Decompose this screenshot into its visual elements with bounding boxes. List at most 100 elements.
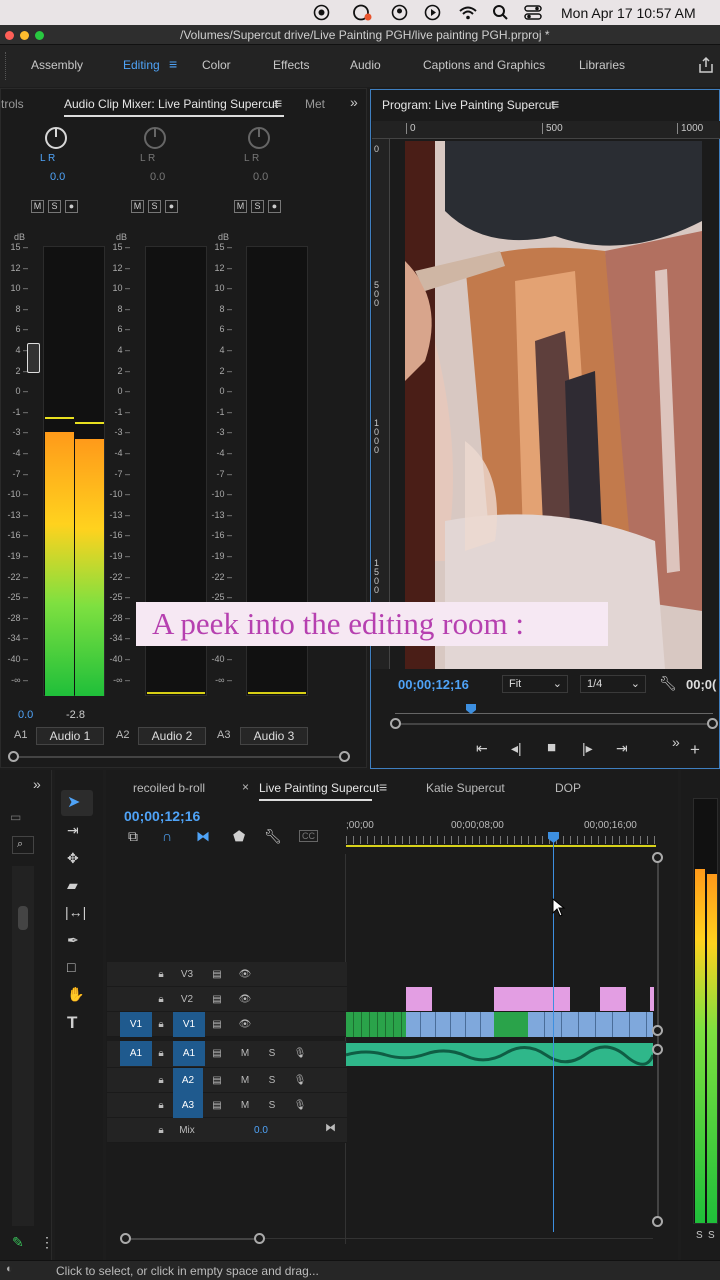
folder-icon[interactable]: ▭ xyxy=(10,810,21,824)
razor-tool-icon[interactable]: ▰ xyxy=(67,877,78,894)
workspace-audio[interactable]: Audio xyxy=(350,58,381,72)
timeline-ruler-ticks[interactable] xyxy=(346,836,656,844)
timeline-tab-live-painting[interactable]: Live Painting Supercut xyxy=(259,781,379,795)
step-forward-to-out-icon[interactable]: ⇥ xyxy=(616,740,628,757)
linked-selection-icon[interactable]: ⧓ xyxy=(196,828,210,845)
program-timecode[interactable]: 00;00;12;16 xyxy=(398,677,469,692)
creative-cloud-icon[interactable] xyxy=(352,4,372,21)
timeline-horizontal-scrollbar[interactable] xyxy=(120,1233,265,1244)
source-patch[interactable] xyxy=(107,962,139,987)
program-scrub-bar[interactable] xyxy=(395,713,713,714)
timeline-playhead[interactable] xyxy=(553,832,554,1232)
pan-value[interactable]: 0.0 xyxy=(253,171,268,183)
nest-icon[interactable]: ⧉ xyxy=(128,828,138,845)
selection-tool-icon[interactable]: ➤ xyxy=(67,792,80,812)
clock[interactable]: Mon Apr 17 10:57 AM xyxy=(561,5,696,21)
wrench-icon[interactable]: 🔧︎ xyxy=(659,675,677,692)
video-clip[interactable] xyxy=(528,1012,653,1037)
control-center-icon[interactable] xyxy=(523,4,543,21)
eye-icon[interactable]: 👁︎ xyxy=(229,987,261,1012)
step-forward-icon[interactable]: |▸ xyxy=(582,740,593,757)
workspace-color[interactable]: Color xyxy=(202,58,231,72)
track-id-a2[interactable]: A2 xyxy=(173,1068,203,1093)
close-window-button[interactable] xyxy=(5,31,14,40)
track-id-a3[interactable]: A3 xyxy=(173,1093,203,1118)
microphone-icon[interactable]: 🎙︎ xyxy=(284,1068,316,1093)
record-button[interactable]: ● xyxy=(165,200,178,213)
pan-knob[interactable] xyxy=(45,127,67,149)
work-area-bar[interactable] xyxy=(346,845,656,847)
eye-icon[interactable]: 👁︎ xyxy=(229,1012,261,1037)
record-button[interactable]: ● xyxy=(65,200,78,213)
timeline-tab-dop[interactable]: DOP xyxy=(555,781,581,795)
video-clip[interactable] xyxy=(406,1012,494,1037)
timeline-tab-katie[interactable]: Katie Supercut xyxy=(426,781,505,795)
expand-panel-icon[interactable]: » xyxy=(33,776,41,792)
workspace-captions[interactable]: Captions and Graphics xyxy=(423,58,545,72)
program-monitor-title[interactable]: Program: Live Painting Supercut xyxy=(382,98,555,112)
tab-audio-clip-mixer[interactable]: Audio Clip Mixer: Live Painting Supercut xyxy=(64,97,278,111)
solo-button[interactable]: S xyxy=(148,200,161,213)
settings-wrench-icon[interactable]: 🔧︎ xyxy=(264,828,282,845)
more-controls-icon[interactable]: » xyxy=(672,734,680,750)
rectangle-tool-icon[interactable]: □ xyxy=(67,959,75,975)
workspace-menu-icon[interactable]: ≡ xyxy=(169,56,177,72)
mix-keyframe-icon[interactable]: ⧓ xyxy=(325,1121,336,1134)
timeline-menu-icon[interactable]: ≡ xyxy=(379,779,387,795)
program-video-frame[interactable] xyxy=(405,141,702,669)
video-clip-group[interactable] xyxy=(346,1012,406,1037)
add-button-icon[interactable]: + xyxy=(690,740,700,760)
user-icon[interactable] xyxy=(391,4,408,21)
pan-value[interactable]: 0.0 xyxy=(50,171,65,183)
mix-value[interactable]: 0.0 xyxy=(245,1118,277,1143)
eye-icon[interactable]: 👁︎ xyxy=(229,962,261,987)
type-tool-icon[interactable]: T xyxy=(67,1013,77,1033)
pan-knob[interactable] xyxy=(248,127,270,149)
overflow-tabs-icon[interactable]: » xyxy=(350,94,358,110)
graphic-clip[interactable] xyxy=(406,987,432,1011)
tab-metadata[interactable]: Met xyxy=(305,97,325,111)
microphone-icon[interactable]: 🎙︎ xyxy=(284,1093,316,1118)
close-tab-icon[interactable]: × xyxy=(242,780,249,794)
ripple-edit-tool-icon[interactable]: ✥ xyxy=(67,850,79,867)
mixer-scrollbar[interactable] xyxy=(8,751,350,762)
workspace-libraries[interactable]: Libraries xyxy=(579,58,625,72)
solo-button[interactable]: S xyxy=(48,200,61,213)
volume-fader-a1[interactable] xyxy=(27,343,40,373)
mute-button[interactable]: M xyxy=(234,200,247,213)
add-marker-icon[interactable]: ⬟ xyxy=(233,828,245,845)
pen-icon[interactable]: ✎ xyxy=(12,1234,24,1251)
play-circle-icon[interactable] xyxy=(424,4,441,21)
more-icon[interactable]: ⋮ xyxy=(40,1234,54,1251)
record-button[interactable]: ● xyxy=(268,200,281,213)
graphic-clip[interactable] xyxy=(650,987,654,1011)
track-id-v2[interactable]: V2 xyxy=(171,987,203,1012)
step-back-to-in-icon[interactable]: ⇤ xyxy=(476,740,488,757)
wifi-icon[interactable] xyxy=(458,4,478,21)
source-patch[interactable] xyxy=(107,987,139,1012)
audio-clip[interactable] xyxy=(345,1043,655,1066)
snap-icon[interactable]: ∩ xyxy=(162,828,172,844)
timemachine-icon[interactable] xyxy=(313,4,330,21)
program-menu-icon[interactable]: ≡ xyxy=(551,96,559,112)
workspace-effects[interactable]: Effects xyxy=(273,58,309,72)
tab-effect-controls[interactable]: trols xyxy=(1,97,24,111)
program-zoom-bar[interactable] xyxy=(390,718,718,729)
zoom-window-button[interactable] xyxy=(35,31,44,40)
workspace-assembly[interactable]: Assembly xyxy=(31,58,83,72)
graphic-clip[interactable] xyxy=(600,987,626,1011)
zoom-select[interactable]: Fit ⌄ xyxy=(502,675,568,693)
source-patch[interactable] xyxy=(107,1093,139,1118)
track-select-tool-icon[interactable]: ⇥ xyxy=(67,822,79,839)
video-clip[interactable] xyxy=(494,1012,528,1037)
track-id-v3[interactable]: V3 xyxy=(171,962,203,987)
graphic-clip[interactable] xyxy=(494,987,570,1011)
panel-scrollbar[interactable] xyxy=(12,866,34,1226)
timeline-vertical-scrollbar[interactable] xyxy=(652,852,663,1227)
source-patch[interactable] xyxy=(107,1068,139,1093)
search-icon[interactable] xyxy=(491,4,511,21)
slip-tool-icon[interactable]: |↔| xyxy=(65,904,86,920)
resolution-select[interactable]: 1/4 ⌄ xyxy=(580,675,646,693)
solo-button[interactable]: S xyxy=(251,200,264,213)
solo-right-button[interactable]: S xyxy=(708,1230,715,1241)
